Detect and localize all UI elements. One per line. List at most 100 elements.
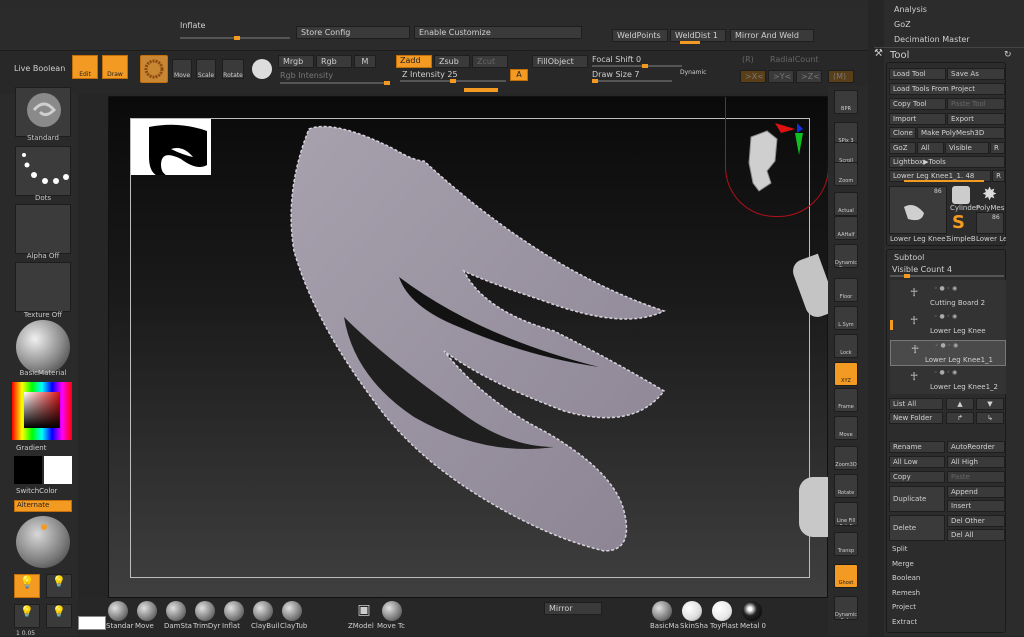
save-as-button[interactable]: Save As — [947, 68, 1005, 80]
shelf-aahalf-button[interactable]: AAHalf — [834, 216, 858, 240]
subtool-visibility-icons[interactable]: ◦ ● ◦ ◉ — [934, 369, 957, 376]
move-button[interactable]: Move — [172, 59, 192, 79]
section-boolean[interactable]: Boolean — [892, 574, 920, 582]
subtool-visibility-icons[interactable]: ◦ ● ◦ ◉ — [934, 285, 957, 292]
all-low-button[interactable]: All Low — [889, 456, 945, 468]
move-down-folder-icon[interactable]: ↳ — [976, 412, 1004, 424]
zadd-button[interactable]: Zadd — [396, 55, 432, 68]
delete-button[interactable]: Delete — [889, 515, 945, 541]
section-extract[interactable]: Extract — [892, 618, 917, 626]
store-config-button[interactable]: Store Config — [296, 26, 410, 39]
brush-claytub-icon[interactable] — [282, 601, 302, 621]
section-split[interactable]: Split — [892, 545, 908, 553]
material-sphere-icon[interactable] — [16, 320, 70, 374]
z-sym-button[interactable]: >Z< — [796, 70, 822, 83]
goz-all-button[interactable]: All — [917, 142, 944, 154]
shelf-bpr-button[interactable]: BPR — [834, 90, 858, 114]
copy-button[interactable]: Copy — [889, 471, 945, 483]
simplebrush-s-icon[interactable]: S — [952, 212, 965, 233]
r-toggle[interactable]: (R) — [742, 55, 754, 64]
shelf-transp-button[interactable]: Transp — [834, 532, 858, 556]
light-bulb-on-icon[interactable]: 💡 — [14, 574, 40, 598]
shelf-actual-button[interactable]: Actual — [834, 192, 858, 216]
move-tc-brush-icon[interactable] — [382, 601, 402, 621]
inflate-slider[interactable] — [180, 36, 290, 40]
shelf-zoom-button[interactable]: Zoom — [834, 162, 858, 186]
shelf-ghost-button[interactable]: Ghost — [834, 564, 858, 588]
fill-object-button[interactable]: FillObject — [532, 55, 588, 68]
shelf-rotate-button[interactable]: Rotate — [834, 474, 858, 498]
lightbox-tools-button[interactable]: Lightbox▶Tools — [889, 156, 1005, 168]
export-button[interactable]: Export — [947, 113, 1005, 125]
zcut-button[interactable]: Zcut — [472, 55, 508, 68]
shelf-dynamic-persp-button[interactable]: Dynamic Persp — [834, 244, 858, 268]
texture-thumbnail[interactable] — [15, 262, 71, 312]
standard-brush-thumbnail[interactable] — [15, 87, 71, 137]
main-color-swatch[interactable] — [14, 456, 42, 484]
shelf-move-button[interactable]: Move — [834, 416, 858, 440]
goz-r-button[interactable]: R — [990, 142, 1005, 154]
cylinder-icon[interactable] — [952, 186, 970, 204]
tool-title[interactable]: Tool — [890, 50, 909, 61]
light-bulb-icon-2[interactable]: 💡 — [14, 604, 40, 628]
make-polymesh3d-button[interactable]: Make PolyMesh3D — [917, 127, 1005, 139]
autoreorder-button[interactable]: AutoReorder — [947, 441, 1005, 453]
goz-button[interactable]: GoZ — [889, 142, 916, 154]
brush-inflat-icon[interactable] — [224, 601, 244, 621]
subtool-mesh-shape[interactable] — [259, 107, 759, 577]
subtool-visibility-icons[interactable]: ◦ ● ◦ ◉ — [934, 313, 957, 320]
color-mode-icon[interactable] — [252, 59, 272, 79]
light-sphere[interactable] — [16, 516, 70, 568]
append-button[interactable]: Append — [947, 486, 1005, 498]
goz-menu-item[interactable]: GoZ — [894, 20, 911, 29]
shelf-floor-button[interactable]: Floor — [834, 278, 858, 302]
subtool-visibility-icons[interactable]: ◦ ● ◦ ◉ — [935, 342, 958, 349]
mirror-button[interactable]: Mirror — [544, 602, 602, 615]
polymesh-star-icon[interactable]: ✸ — [982, 184, 997, 205]
radial-count-slider[interactable]: RadialCount — [770, 55, 818, 64]
dots-stroke-thumbnail[interactable] — [15, 146, 71, 196]
shelf-xyz-button[interactable]: XYZ — [834, 362, 858, 386]
zmodeler-cube-icon[interactable]: ▣ — [354, 602, 374, 620]
secondary-color-swatch[interactable] — [44, 456, 72, 484]
section-remesh[interactable]: Remesh — [892, 589, 920, 597]
move-up-button[interactable]: ▲ — [946, 398, 974, 410]
focal-shift-slider[interactable]: Focal Shift 0 — [592, 55, 641, 64]
light-bulb-icon-3[interactable]: 💡 — [46, 604, 72, 628]
m-sym-button[interactable]: (M) — [828, 70, 854, 83]
mirror-and-weld-button[interactable]: Mirror And Weld — [730, 29, 814, 42]
color-picker-square[interactable] — [24, 392, 60, 428]
duplicate-button[interactable]: Duplicate — [889, 486, 945, 512]
shelf-dynamic-solo-button[interactable]: Dynamic Solo — [834, 596, 858, 620]
material-basicma-icon[interactable] — [652, 601, 672, 621]
material-toyplast-icon[interactable] — [712, 601, 732, 621]
live-boolean-button[interactable]: Live Boolean — [14, 64, 65, 73]
load-tools-from-project-button[interactable]: Load Tools From Project — [889, 83, 1005, 95]
section-merge[interactable]: Merge — [892, 560, 914, 568]
alternate-button[interactable]: Alternate — [14, 500, 72, 512]
rgb-intensity-slider[interactable]: Rgb Intensity — [280, 71, 333, 80]
color-picker[interactable] — [12, 382, 72, 440]
brush-standar-icon[interactable] — [108, 601, 128, 621]
shelf-lock-button[interactable]: Lock — [834, 334, 858, 358]
section-project[interactable]: Project — [892, 603, 916, 611]
dynamic-button[interactable]: Dynamic — [680, 69, 706, 76]
brush-trimdyr-icon[interactable] — [195, 601, 215, 621]
head-gizmo-icon[interactable] — [739, 123, 809, 199]
copy-tool-button[interactable]: Copy Tool — [889, 98, 946, 110]
current-tool-r-button[interactable]: R — [992, 170, 1005, 182]
shelf-l-sym-button[interactable]: L.Sym — [834, 306, 858, 330]
clone-button[interactable]: Clone — [889, 127, 916, 139]
y-sym-button[interactable]: >Y< — [768, 70, 794, 83]
scale-button[interactable]: Scale — [196, 59, 216, 79]
subtool-scroll-indicator[interactable] — [890, 320, 893, 330]
move-down-button[interactable]: ▼ — [976, 398, 1004, 410]
zsub-button[interactable]: Zsub — [434, 55, 470, 68]
brush-move-icon[interactable] — [137, 601, 157, 621]
light-bulb-icon[interactable]: 💡 — [46, 574, 72, 598]
brush-damsta-icon[interactable] — [166, 601, 186, 621]
analysis-menu-item[interactable]: Analysis — [894, 5, 927, 14]
move-up-folder-icon[interactable]: ↱ — [946, 412, 974, 424]
light-position-dot[interactable] — [41, 524, 47, 530]
material-metal-0-icon[interactable] — [742, 601, 762, 621]
